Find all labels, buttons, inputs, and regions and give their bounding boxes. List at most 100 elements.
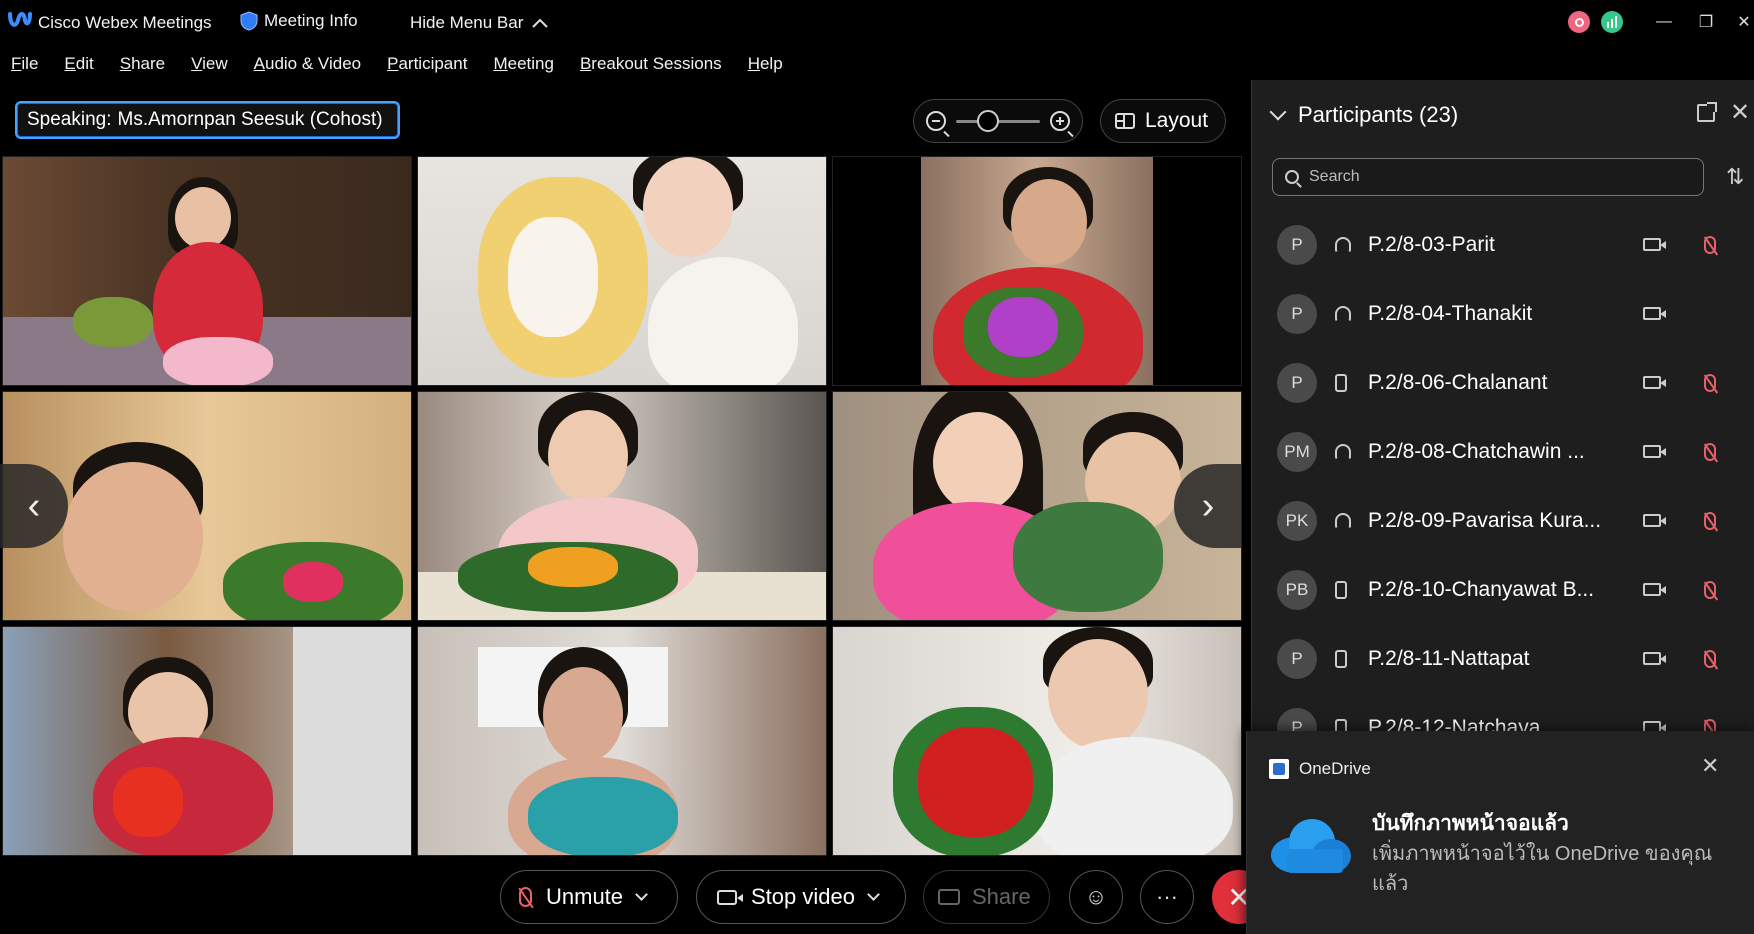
menu-participant[interactable]: Participant [387, 54, 467, 74]
chevron-down-icon[interactable] [867, 888, 880, 901]
notification-app: OneDrive [1269, 759, 1371, 779]
avatar: P [1277, 224, 1317, 265]
layout-label: Layout [1145, 109, 1209, 132]
camera-icon [1643, 307, 1666, 320]
popout-icon[interactable] [1697, 102, 1717, 122]
menu-bar: File Edit Share View Audio & Video Parti… [0, 46, 1754, 82]
menu-breakout-sessions[interactable]: Breakout Sessions [580, 54, 722, 74]
shield-icon [240, 11, 258, 31]
meeting-info-label: Meeting Info [264, 11, 358, 30]
headset-icon [1335, 305, 1351, 322]
window-close-button[interactable]: ✕ [1730, 8, 1754, 36]
menu-edit[interactable]: Edit [64, 54, 93, 74]
microphone-muted-icon[interactable] [1704, 235, 1716, 254]
speaker-name: Ms.Amornpan Seesuk (Cohost) [117, 109, 383, 130]
stop-video-button[interactable]: Stop video [696, 870, 906, 924]
microphone-muted-icon[interactable] [1704, 580, 1716, 599]
notification-body: เพิ่มภาพหน้าจอไว้ใน OneDrive ของคุณแล้ว [1372, 843, 1713, 895]
onedrive-notification[interactable]: OneDrive ✕ บันทึกภาพหน้าจอแล้ว เพิ่มภาพห… [1246, 731, 1754, 934]
chevron-up-icon [532, 18, 549, 28]
meeting-info-button[interactable]: Meeting Info [240, 11, 358, 31]
microphone-muted-icon[interactable] [1704, 511, 1716, 530]
minimize-button[interactable]: — [1650, 8, 1678, 36]
layout-grid-icon [1115, 113, 1135, 129]
microphone-muted-icon[interactable] [1704, 442, 1716, 461]
zoom-out-icon[interactable] [926, 111, 946, 131]
participant-row[interactable]: P P.2/8-03-Parit [1252, 210, 1754, 279]
video-tile[interactable] [2, 626, 412, 856]
participant-list: P P.2/8-03-Parit P P.2/8-04-Thanakit P P.2/8-… [1252, 210, 1754, 810]
headset-icon [1335, 443, 1351, 460]
participant-name: P.2/8-11-Nattapat [1368, 646, 1530, 670]
participant-row[interactable]: PB P.2/8-10-Chanyawat B... [1252, 555, 1754, 624]
share-label: Share [972, 884, 1031, 909]
camera-icon [717, 889, 743, 905]
microphone-muted-icon[interactable] [1704, 373, 1716, 392]
avatar: P [1277, 293, 1317, 334]
zoom-slider-knob[interactable] [977, 109, 999, 132]
unmute-label: Unmute [546, 884, 624, 909]
participants-header: Participants (23) [1269, 102, 1459, 128]
participant-search [1272, 158, 1704, 196]
hide-menu-bar-button[interactable]: Hide Menu Bar [410, 13, 549, 33]
video-grid: ‹ › [0, 156, 1242, 856]
participant-row[interactable]: PK P.2/8-09-Pavarisa Kura... [1252, 486, 1754, 555]
participant-name: P.2/8-06-Chalanant [1368, 370, 1548, 394]
panel-close-button[interactable]: ✕ [1730, 98, 1750, 127]
more-options-button[interactable]: ··· [1140, 870, 1194, 924]
share-button[interactable]: Share [923, 870, 1050, 924]
search-input[interactable] [1309, 168, 1689, 186]
participant-row[interactable]: P P.2/8-11-Nattapat [1252, 624, 1754, 693]
participant-name: P.2/8-08-Chatchawin ... [1368, 439, 1585, 463]
camera-icon [1643, 376, 1666, 389]
participants-title: Participants (23) [1298, 102, 1459, 127]
camera-icon [1643, 445, 1666, 458]
video-tile[interactable] [417, 626, 827, 856]
network-stats-icon[interactable] [1601, 11, 1623, 33]
unmute-button[interactable]: Unmute [500, 870, 678, 924]
app-title: Cisco Webex Meetings [38, 13, 212, 32]
restore-button[interactable]: ❐ [1692, 8, 1720, 36]
video-tile[interactable] [832, 626, 1242, 856]
microphone-muted-icon[interactable] [1704, 649, 1716, 668]
recording-indicator-icon[interactable] [1568, 11, 1590, 33]
hide-menu-bar-label: Hide Menu Bar [410, 13, 524, 32]
phone-icon [1335, 649, 1347, 668]
participant-row[interactable]: P P.2/8-04-Thanakit [1252, 279, 1754, 348]
menu-audio-video[interactable]: Audio & Video [254, 54, 361, 74]
share-screen-icon [938, 889, 960, 905]
menu-view[interactable]: View [191, 54, 228, 74]
avatar: PK [1277, 500, 1317, 541]
zoom-slider[interactable] [956, 109, 1040, 132]
zoom-in-icon[interactable] [1050, 111, 1070, 131]
menu-file[interactable]: File [11, 54, 38, 74]
notification-close-button[interactable]: ✕ [1701, 753, 1719, 779]
chevron-down-icon[interactable] [635, 888, 648, 901]
video-tile[interactable] [832, 156, 1242, 386]
menu-share[interactable]: Share [120, 54, 165, 74]
headset-icon [1335, 236, 1351, 253]
participant-name: P.2/8-10-Chanyawat B... [1368, 577, 1595, 601]
webex-logo-icon [8, 12, 32, 27]
menu-meeting[interactable]: Meeting [493, 54, 554, 74]
reactions-button[interactable]: ☺ [1069, 870, 1123, 924]
participant-row[interactable]: P P.2/8-06-Chalanant [1252, 348, 1754, 417]
sort-icon[interactable]: ⇅ [1726, 164, 1744, 190]
participant-row[interactable]: PM P.2/8-08-Chatchawin ... [1252, 417, 1754, 486]
onedrive-app-icon [1269, 759, 1289, 779]
onedrive-cloud-icon [1271, 819, 1351, 873]
notification-title: บันทึกภาพหน้าจอแล้ว [1372, 812, 1569, 835]
video-tile[interactable] [417, 156, 827, 386]
avatar: P [1277, 362, 1317, 403]
video-zoom-control [913, 99, 1083, 143]
video-tile[interactable] [2, 156, 412, 386]
camera-icon [1643, 652, 1666, 665]
video-tile[interactable] [417, 391, 827, 621]
camera-icon [1643, 514, 1666, 527]
stop-video-label: Stop video [751, 884, 855, 909]
menu-help[interactable]: Help [748, 54, 783, 74]
chevron-down-icon[interactable] [1269, 103, 1287, 121]
microphone-muted-icon [519, 887, 532, 907]
layout-button[interactable]: Layout [1100, 99, 1226, 143]
notification-app-name: OneDrive [1299, 759, 1371, 778]
